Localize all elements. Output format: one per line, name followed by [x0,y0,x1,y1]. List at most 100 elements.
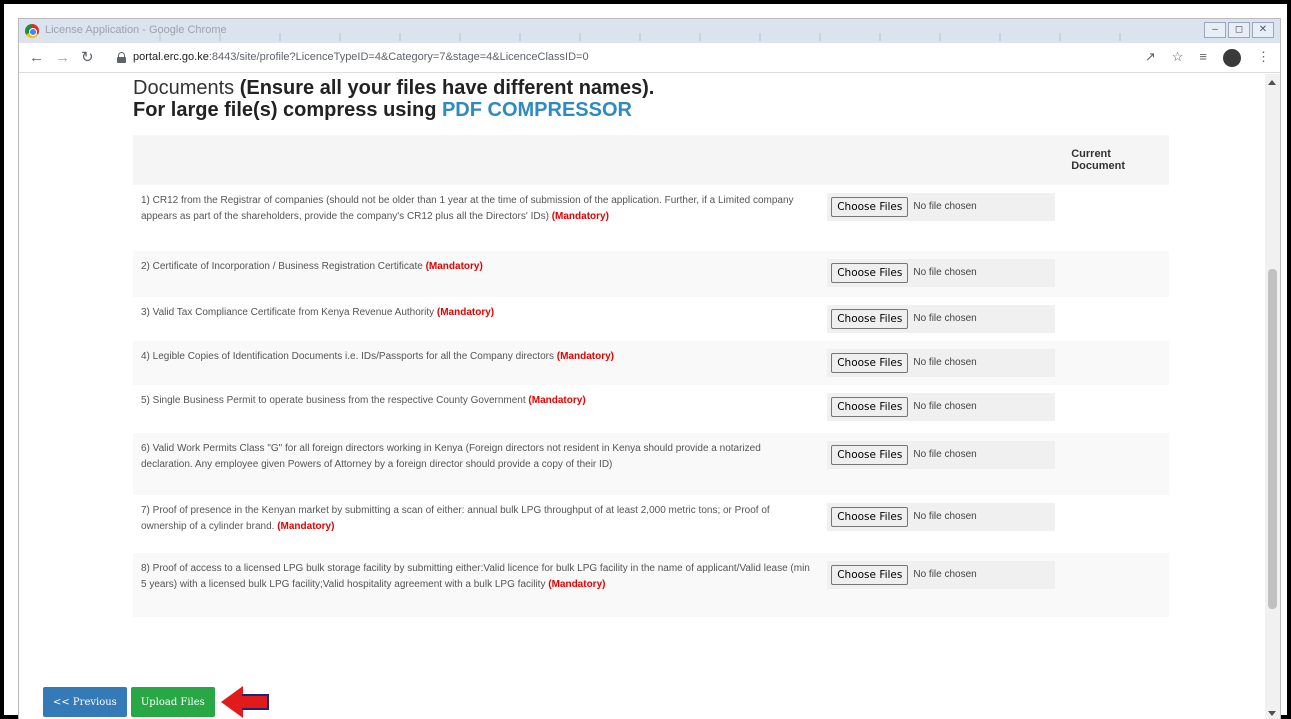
url-field[interactable]: portal.erc.go.ke:8443/site/profile?Licen… [133,51,589,63]
choose-files-button[interactable]: Choose Files [831,445,909,465]
file-cell: Choose Files No file chosen [819,251,1064,297]
current-document-cell [1063,341,1169,385]
table-row: 6) Valid Work Permits Class "G" for all … [133,433,1169,495]
forward-arrow-icon[interactable]: → [55,49,70,67]
file-cell: Choose Files No file chosen [819,553,1064,617]
document-requirement: 4) Legible Copies of Identification Docu… [133,341,820,385]
mandatory-label: (Mandatory) [556,351,614,362]
file-input[interactable]: Choose Files No file chosen [827,193,1056,221]
maximize-button[interactable]: ◻ [1228,22,1250,38]
document-requirement: 3) Valid Tax Compliance Certificate from… [133,297,819,341]
mandatory-label: (Mandatory) [277,521,335,532]
lock-icon[interactable] [117,52,126,63]
pdf-compressor-link[interactable]: PDF COMPRESSOR [442,99,632,121]
choose-files-button[interactable]: Choose Files [831,197,909,217]
action-buttons: << Previous Upload Files [43,686,271,718]
header-file [819,135,1064,185]
reading-list-icon[interactable]: ≡ [1199,49,1207,67]
page-viewport: Documents (Ensure all your files have di… [19,74,1280,719]
file-cell: Choose Files No file chosen [819,297,1063,341]
minimize-button[interactable]: – [1204,22,1226,38]
current-document-cell [1063,185,1169,251]
choose-files-button[interactable]: Choose Files [831,263,909,283]
mandatory-label: (Mandatory) [425,261,483,272]
table-row: 8) Proof of access to a licensed LPG bul… [133,553,1169,617]
file-input[interactable]: Choose Files No file chosen [827,305,1056,333]
share-icon[interactable]: ↗ [1145,49,1156,67]
close-window-button[interactable]: ✕ [1252,22,1274,38]
requirement-text: 4) Legible Copies of Identification Docu… [141,351,554,362]
table-row: 5) Single Business Permit to operate bus… [133,385,1169,433]
file-input[interactable]: Choose Files No file chosen [827,441,1056,469]
no-file-chosen-text: No file chosen [913,511,977,522]
current-document-cell [1063,433,1169,495]
address-bar: ← → ↻ portal.erc.go.ke:8443/site/profile… [19,43,1280,73]
current-document-cell [1063,495,1169,553]
requirement-text: 7) Proof of presence in the Kenyan marke… [141,505,770,532]
file-input[interactable]: Choose Files No file chosen [827,503,1056,531]
header-document [133,135,820,185]
choose-files-button[interactable]: Choose Files [831,397,909,417]
vertical-scrollbar[interactable] [1265,74,1280,719]
scrollbar-thumb[interactable] [1268,269,1277,609]
file-input[interactable]: Choose Files No file chosen [827,393,1056,421]
reload-icon[interactable]: ↻ [81,49,94,67]
requirement-text: 6) Valid Work Permits Class "G" for all … [141,443,761,470]
document-requirement: 2) Certificate of Incorporation / Busine… [133,251,820,297]
url-path: :8443/site/profile?LicenceTypeID=4&Categ… [208,51,589,63]
table-row: 7) Proof of presence in the Kenyan marke… [133,495,1169,553]
window-controls: – ◻ ✕ [1204,22,1274,38]
choose-files-button[interactable]: Choose Files [831,507,909,527]
bookmark-star-icon[interactable]: ☆ [1172,49,1184,67]
file-input[interactable]: Choose Files No file chosen [827,561,1056,589]
document-requirement: 5) Single Business Permit to operate bus… [133,385,819,433]
file-cell: Choose Files No file chosen [819,341,1064,385]
file-cell: Choose Files No file chosen [819,385,1063,433]
current-document-cell [1063,251,1169,297]
choose-files-button[interactable]: Choose Files [831,353,909,373]
file-cell: Choose Files No file chosen [819,433,1064,495]
document-requirement: 6) Valid Work Permits Class "G" for all … [133,433,820,495]
document-requirement: 7) Proof of presence in the Kenyan marke… [133,495,819,553]
title-ensure-names: (Ensure all your files have different na… [239,77,655,99]
documents-section: Documents (Ensure all your files have di… [133,74,1169,617]
mandatory-label: (Mandatory) [436,307,495,318]
choose-files-button[interactable]: Choose Files [831,309,909,329]
table-row: 3) Valid Tax Compliance Certificate from… [133,297,1169,341]
red-arrow-annotation [220,686,271,718]
scroll-down-arrow-icon[interactable] [1268,711,1276,716]
mandatory-label: (Mandatory) [528,395,586,406]
mandatory-label: (Mandatory) [548,579,606,590]
table-header-row: Current Document [133,135,1169,185]
no-file-chosen-text: No file chosen [913,449,977,460]
file-input[interactable]: Choose Files No file chosen [827,349,1056,377]
table-row: 2) Certificate of Incorporation / Busine… [133,251,1169,297]
no-file-chosen-text: No file chosen [913,401,977,412]
current-document-cell [1063,297,1169,341]
no-file-chosen-text: No file chosen [913,267,977,278]
url-host: portal.erc.go.ke [133,51,209,63]
screenshot-frame: License Application - Google Chrome – ◻ … [0,0,1291,719]
table-row: 4) Legible Copies of Identification Docu… [133,341,1169,385]
menu-kebab-icon[interactable]: ⋮ [1257,49,1270,67]
choose-files-button[interactable]: Choose Files [831,565,909,585]
requirement-text: 2) Certificate of Incorporation / Busine… [141,261,423,272]
scroll-up-arrow-icon[interactable] [1268,80,1276,85]
toolbar-icons: ↗ ☆ ≡ ⋮ [1145,49,1270,67]
current-document-cell [1063,553,1169,617]
header-current-document: Current Document [1063,135,1169,185]
chrome-logo-icon [25,24,39,38]
no-file-chosen-text: No file chosen [913,357,977,368]
file-input[interactable]: Choose Files No file chosen [827,259,1056,287]
back-arrow-icon[interactable]: ← [29,49,44,67]
requirement-text: 5) Single Business Permit to operate bus… [141,395,526,406]
no-file-chosen-text: No file chosen [913,201,977,212]
current-document-cell [1063,385,1169,433]
browser-window: License Application - Google Chrome – ◻ … [18,18,1281,719]
title-large-files: For large file(s) compress using [133,99,442,121]
upload-files-button[interactable]: Upload Files [130,687,215,717]
previous-button[interactable]: << Previous [43,687,127,717]
requirement-text: 3) Valid Tax Compliance Certificate from… [141,307,435,318]
page-title: Documents (Ensure all your files have di… [133,77,1169,121]
profile-avatar-icon[interactable] [1223,49,1241,67]
